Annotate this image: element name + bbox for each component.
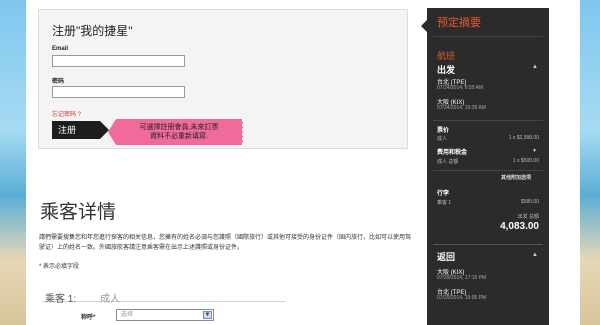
fare-label: 票价 [437, 128, 450, 134]
return-from-date: 07/29/2014, 17:15 PM [437, 275, 487, 281]
promo-line-2: 資料不必重新填寫. [150, 133, 208, 140]
passenger-1-header: 乘客 1: 成人 [42, 288, 286, 305]
password-field[interactable] [52, 86, 185, 98]
passenger-details-title: 乘客详情 [40, 202, 117, 223]
chevron-down-icon[interactable]: ▼ [203, 311, 212, 319]
fees-detail-value: 1 x $500.00 [512, 158, 539, 164]
fees-detail-label: 成人 总额 [437, 159, 459, 165]
fees-label: 费用和税金 [437, 150, 468, 156]
email-field[interactable] [52, 55, 185, 67]
forgot-password-link[interactable]: 忘记密码 ? [52, 109, 81, 118]
login-title: 注册"我的捷星" [52, 24, 133, 38]
passenger-type: 成人 [100, 294, 120, 305]
login-box: 注册"我的捷星" Email 密码 忘记密码 ? 注册 可選擇註冊會員,未來訂票… [38, 9, 408, 149]
promo-tag: 可選擇註冊會員,未來訂票 資料不必重新填寫. [108, 119, 243, 145]
triangle-up-icon[interactable]: ▲ [532, 64, 538, 70]
luggage-label: 行李 [437, 191, 450, 197]
title-select-value: 选择 [121, 312, 134, 318]
subtotal-label: 出发 总额 [517, 214, 539, 220]
divider [433, 36, 543, 37]
password-label: 密码 [52, 79, 65, 85]
title-label: 称呼* [81, 315, 96, 321]
sidebar: 预定摘要 航班 出发 ▲ 台北 (TPE) 07/24/2014, 6:55 A… [421, 0, 580, 325]
depart-from-date: 07/24/2014, 6:55 AM [437, 85, 484, 91]
email-label: Email [52, 46, 69, 52]
divider [433, 170, 543, 171]
triangle-up-icon[interactable]: ▲ [532, 252, 538, 258]
main-content: 注册"我的捷星" Email 密码 忘记密码 ? 注册 可選擇註冊會員,未來訂票… [26, 0, 426, 325]
extras-label: 其他附加选项 [500, 175, 531, 181]
luggage-value: $585.00 [520, 199, 539, 205]
depart-to-date: 07/24/2014, 10:35 AM [437, 105, 486, 111]
return-heading: 返回 [437, 252, 456, 262]
passenger-label: 乘客 1: [45, 294, 77, 305]
subtotal-value: 4,083.00 [500, 221, 539, 232]
background-beach-left [0, 0, 26, 325]
title-select[interactable]: 选择 ▼ [116, 309, 214, 321]
divider [433, 244, 543, 245]
triangle-down-icon[interactable]: ▼ [532, 148, 537, 154]
luggage-passenger: 乘客 1 [437, 200, 452, 206]
summary-title: 预定摘要 [437, 17, 481, 29]
fare-detail-label: 成人 [437, 136, 448, 142]
promo-line-1: 可選擇註冊會員,未來訂票 [139, 124, 219, 131]
required-note: * 表示必填字段 [39, 264, 80, 270]
flight-heading: 航班 [437, 51, 456, 61]
divider [433, 120, 543, 121]
background-beach-right [580, 0, 600, 325]
passenger-description: 請們需要搜集您和年您進行探客的相关信息，您擁有的姓名必須与您護照（國際旅行）或其… [39, 235, 412, 251]
return-to-date: 07/29/2014, 19:05 PM [437, 295, 487, 301]
fare-detail-value: 1 x $2,998.00 [508, 135, 539, 141]
depart-heading: 出发 [437, 65, 456, 75]
booking-summary-panel: 预定摘要 航班 出发 ▲ 台北 (TPE) 07/24/2014, 6:55 A… [421, 8, 549, 325]
register-button[interactable]: 注册 [52, 121, 109, 139]
